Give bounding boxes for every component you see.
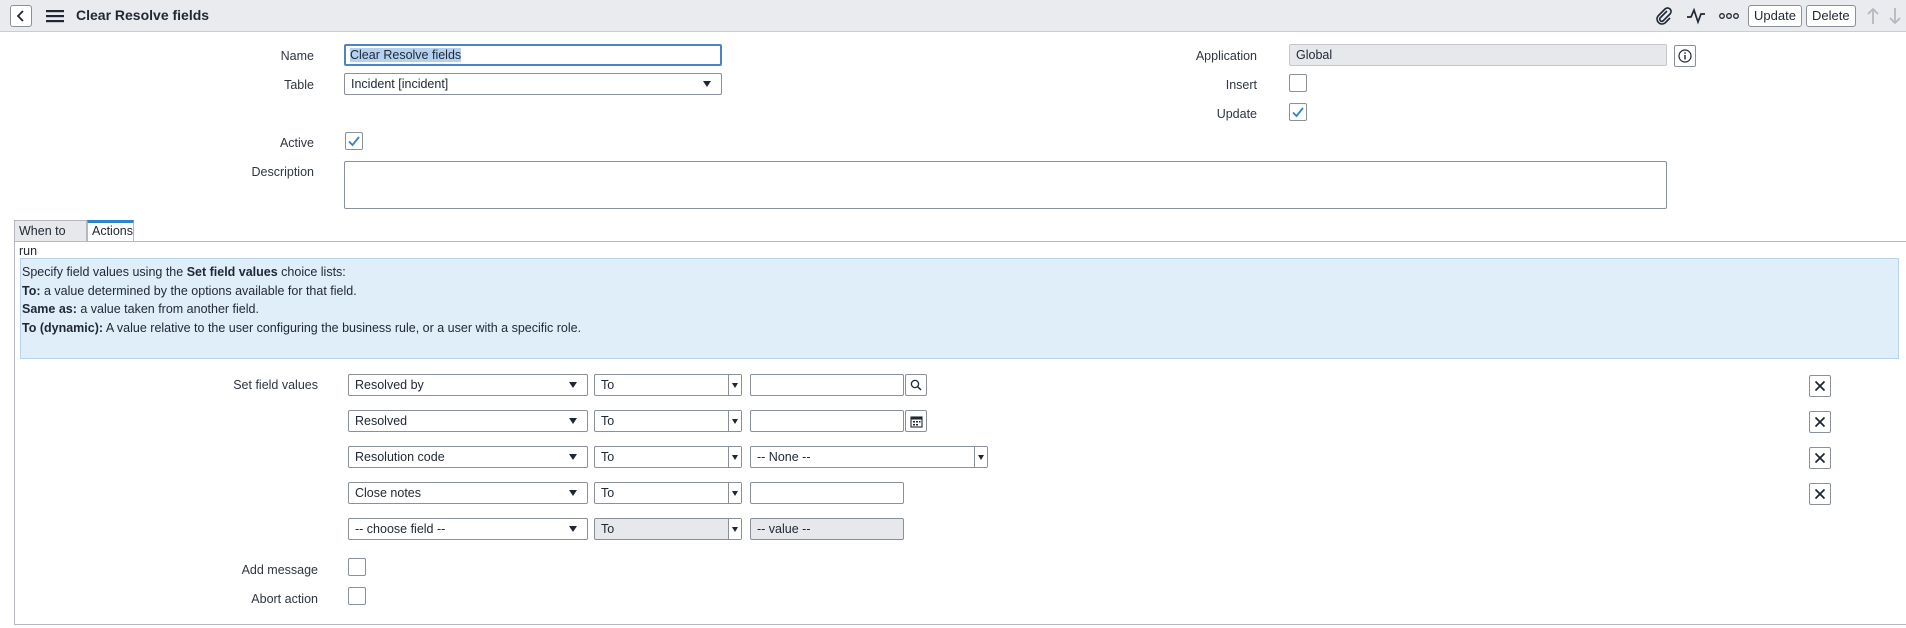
update-button[interactable]: Update	[1748, 5, 1802, 27]
info-icon	[1678, 49, 1692, 63]
delete-button[interactable]: Delete	[1806, 5, 1856, 27]
value-input: -- value --	[750, 518, 904, 540]
attachment-icon[interactable]	[1653, 6, 1675, 26]
tab-actions[interactable]: Actions	[87, 220, 134, 242]
operator-select-value: To	[601, 414, 615, 428]
value-select[interactable]: -- None --	[750, 446, 988, 468]
value-input-text: -- value --	[757, 522, 811, 536]
field-select[interactable]: Resolved	[348, 410, 588, 432]
date-picker-button[interactable]	[905, 410, 927, 432]
name-input[interactable]: Clear Resolve fields	[344, 44, 722, 66]
active-checkbox[interactable]	[345, 132, 363, 150]
chevron-down-icon	[728, 519, 741, 539]
form-header: Clear Resolve fields Update Delete	[0, 0, 1906, 32]
table-value: Incident [incident]	[351, 77, 449, 91]
chevron-down-icon	[728, 411, 741, 431]
application-value: Global	[1296, 48, 1333, 62]
field-select-value: Resolution code	[355, 450, 445, 464]
operator-select-value: To	[601, 378, 615, 392]
menu-icon[interactable]	[46, 7, 64, 25]
checkmark-icon	[348, 136, 360, 147]
name-label: Name	[280, 49, 314, 63]
name-value: Clear Resolve fields	[350, 48, 462, 62]
calendar-icon	[909, 415, 923, 428]
info-line-1: Specify field values using the Set field…	[22, 265, 346, 279]
info-message: Specify field values using the Set field…	[20, 258, 1899, 359]
chevron-down-icon	[703, 81, 711, 87]
chevron-down-icon	[728, 375, 741, 395]
more-options-icon[interactable]	[1718, 6, 1740, 26]
field-select-value: Close notes	[355, 486, 422, 500]
tab-when-to-run[interactable]: When to run	[14, 220, 87, 258]
table-label: Table	[284, 78, 314, 92]
operator-select[interactable]: To	[594, 410, 742, 432]
chevron-down-icon	[569, 382, 577, 388]
application-info-button[interactable]	[1674, 45, 1696, 67]
operator-select: To	[594, 518, 742, 540]
insert-label: Insert	[1225, 78, 1257, 92]
field-select[interactable]: Resolution code	[348, 446, 588, 468]
chevron-left-icon	[16, 10, 24, 22]
operator-select[interactable]: To	[594, 374, 742, 396]
set-field-values-label: Set field values	[233, 378, 318, 392]
value-select-value: -- None --	[757, 450, 811, 464]
page-title: Clear Resolve fields	[76, 7, 210, 23]
close-icon	[1814, 380, 1826, 392]
abort-action-checkbox[interactable]	[348, 587, 366, 605]
add-message-label: Add message	[241, 563, 318, 577]
field-select[interactable]: Close notes	[348, 482, 588, 504]
value-input[interactable]	[750, 410, 904, 432]
application-label: Application	[1195, 49, 1257, 63]
remove-row-button[interactable]	[1809, 447, 1831, 469]
operator-select-value: To	[601, 450, 615, 464]
back-button[interactable]	[10, 5, 32, 27]
field-select[interactable]: -- choose field --	[348, 518, 588, 540]
update-checkbox[interactable]	[1289, 103, 1307, 121]
add-message-checkbox[interactable]	[348, 558, 366, 576]
remove-row-button[interactable]	[1809, 375, 1831, 397]
activity-icon[interactable]	[1685, 6, 1707, 26]
operator-select-value: To	[601, 486, 615, 500]
search-icon	[910, 379, 922, 391]
arrow-down-icon[interactable]	[1884, 6, 1906, 26]
checkmark-icon	[1292, 107, 1304, 118]
chevron-down-icon	[569, 490, 577, 496]
description-textarea[interactable]	[344, 161, 1667, 209]
insert-checkbox[interactable]	[1289, 74, 1307, 92]
info-line-2: To: a value determined by the options av…	[22, 283, 357, 298]
operator-select[interactable]: To	[594, 482, 742, 504]
chevron-down-icon	[569, 454, 577, 460]
operator-select[interactable]: To	[594, 446, 742, 468]
value-input[interactable]	[750, 374, 904, 396]
active-label: Active	[279, 136, 314, 150]
operator-select-value: To	[601, 522, 615, 536]
table-select[interactable]: Incident [incident]	[344, 73, 722, 95]
info-line-3: Same as: a value taken from another fiel…	[22, 302, 259, 316]
close-icon	[1814, 416, 1826, 428]
chevron-down-icon	[728, 483, 741, 503]
chevron-down-icon	[728, 447, 741, 467]
lookup-button[interactable]	[905, 374, 927, 396]
field-select-value: -- choose field --	[355, 522, 446, 536]
remove-row-button[interactable]	[1809, 483, 1831, 505]
update-label: Update	[1216, 107, 1257, 121]
field-select-value: Resolved by	[355, 378, 424, 392]
value-input[interactable]	[750, 482, 904, 504]
field-select-value: Resolved	[355, 414, 408, 428]
close-icon	[1814, 452, 1826, 464]
arrow-up-icon[interactable]	[1862, 6, 1884, 26]
info-line-4: To (dynamic): A value relative to the us…	[22, 320, 582, 335]
chevron-down-icon	[569, 526, 577, 532]
remove-row-button[interactable]	[1809, 411, 1831, 433]
field-select[interactable]: Resolved by	[348, 374, 588, 396]
abort-action-label: Abort action	[251, 592, 318, 606]
close-icon	[1814, 488, 1826, 500]
chevron-down-icon	[974, 447, 987, 467]
description-label: Description	[251, 165, 314, 179]
chevron-down-icon	[569, 418, 577, 424]
application-field: Global	[1289, 44, 1667, 66]
